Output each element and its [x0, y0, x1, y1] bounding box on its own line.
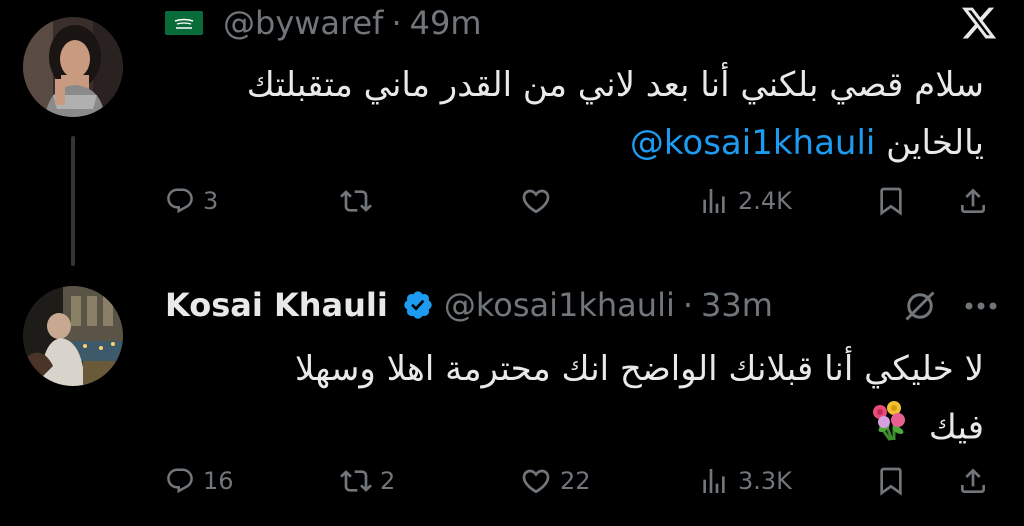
heart-icon	[522, 469, 550, 494]
views-button[interactable]: 2.4K	[698, 176, 792, 226]
reply-button[interactable]: 3	[165, 176, 218, 226]
share-icon	[961, 468, 985, 493]
views-count: 3.3K	[738, 467, 792, 495]
reply-icon	[167, 188, 193, 214]
like-button[interactable]: 22	[520, 456, 591, 506]
like-count: 22	[560, 467, 591, 495]
like-button[interactable]	[520, 176, 560, 226]
views-icon	[703, 189, 725, 213]
tweet-reply: Kosai Khauli @kosai1khauli · 33m لا خليك…	[0, 268, 1024, 526]
author-display-name[interactable]: Kosai Khauli	[165, 286, 388, 324]
reply-count: 16	[203, 467, 234, 495]
tweet-text-line2-prefix: يالخاين	[886, 123, 984, 163]
views-button[interactable]: 3.3K	[698, 456, 792, 506]
bookmark-icon	[880, 467, 902, 496]
retweet-button[interactable]: 2	[340, 456, 395, 506]
grok-icon[interactable]	[902, 288, 938, 328]
tweet-text-line1: سلام قصي بلكني أنا بعد لاني من القدر مان…	[246, 65, 984, 105]
verified-badge-icon	[402, 289, 434, 321]
tweet-time[interactable]: 49m	[410, 4, 482, 42]
share-button[interactable]	[957, 176, 989, 226]
share-button[interactable]	[957, 456, 989, 506]
avatar[interactable]	[23, 17, 123, 117]
tweet-parent: @bywaref · 49m سلام قصي بلكني أنا بعد لا…	[0, 0, 1024, 268]
x-logo-icon	[960, 4, 998, 46]
reply-icon	[167, 468, 193, 494]
tweet-text-line2: يالخاين @kosai1khauli	[184, 114, 984, 172]
reply-count: 3	[203, 187, 219, 215]
retweet-icon	[340, 470, 372, 492]
bookmark-icon	[880, 187, 902, 216]
separator-dot: ·	[391, 4, 402, 42]
retweet-button[interactable]	[340, 176, 380, 226]
retweet-icon	[340, 190, 372, 212]
reply-button[interactable]: 16	[165, 456, 234, 506]
views-count: 2.4K	[738, 187, 792, 215]
tweet-text: لا خليكي أنا قبلانك الواضح انك محترمة اه…	[184, 340, 984, 460]
tweet-header: Kosai Khauli @kosai1khauli · 33m	[165, 282, 773, 328]
more-options-icon[interactable]	[964, 296, 998, 315]
retweet-count: 2	[380, 467, 396, 495]
tweet-time[interactable]: 33m	[701, 286, 773, 324]
share-icon	[961, 188, 985, 213]
action-bar: 3 2.4K	[0, 176, 1024, 226]
tweet-text-line2: فيك	[928, 407, 984, 448]
bookmark-button[interactable]	[875, 176, 907, 226]
tweet-text: سلام قصي بلكني أنا بعد لاني من القدر مان…	[184, 56, 984, 172]
tweet-text-line1: لا خليكي أنا قبلانك الواضح انك محترمة اه…	[294, 349, 984, 389]
avatar[interactable]	[23, 286, 123, 386]
heart-icon	[522, 189, 550, 214]
saudi-flag-icon	[165, 11, 203, 35]
action-bar: 16 2 22 3.3K	[0, 456, 1024, 506]
bouquet-emoji-icon	[866, 398, 910, 460]
bookmark-button[interactable]	[875, 456, 907, 506]
tweet-text-line2-wrap: فيك	[184, 398, 984, 460]
tweet-header: @bywaref · 49m	[165, 0, 482, 46]
author-handle[interactable]: @kosai1khauli	[444, 286, 675, 324]
separator-dot: ·	[682, 286, 694, 324]
views-icon	[703, 469, 725, 493]
mention-link[interactable]: @kosai1khauli	[630, 123, 875, 163]
author-handle[interactable]: @bywaref	[223, 4, 383, 42]
